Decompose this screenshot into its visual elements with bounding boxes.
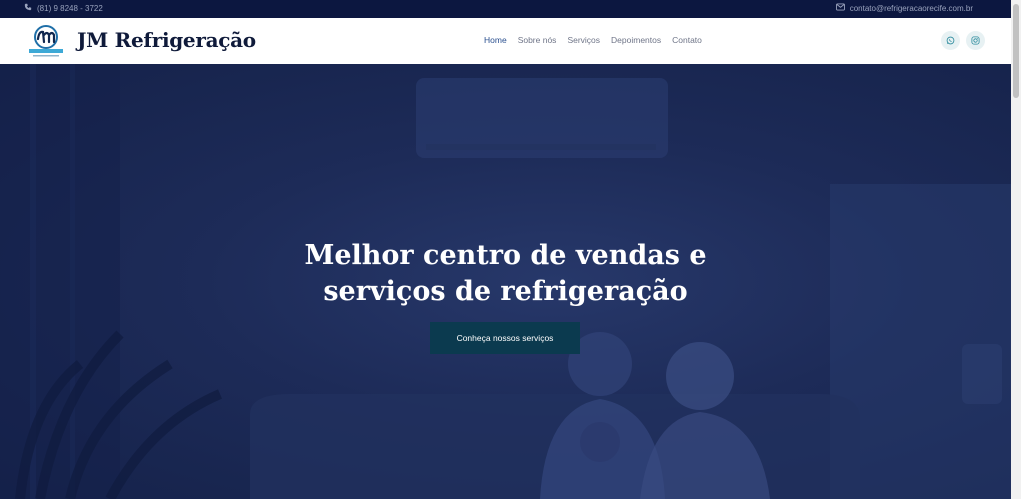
top-bar: (81) 9 8248 - 3722 contato@refrigeracaor… — [0, 0, 1011, 18]
nav-contato[interactable]: Contato — [672, 35, 702, 45]
main-nav: Home Sobre nós Serviços Depoimentos Cont… — [484, 35, 713, 45]
nav-depoimentos[interactable]: Depoimentos — [611, 35, 661, 45]
instagram-icon — [971, 32, 980, 50]
top-bar-phone[interactable]: (81) 9 8248 - 3722 — [24, 3, 103, 13]
brand-name[interactable]: JM Refrigeração — [77, 28, 256, 52]
phone-number: (81) 9 8248 - 3722 — [37, 3, 103, 13]
whatsapp-icon — [946, 32, 955, 50]
email-address: contato@refrigeracaorecife.com.br — [849, 3, 973, 13]
main-header: JM Refrigeração Home Sobre nós Serviços … — [0, 18, 1011, 64]
hero-section: Melhor centro de vendas e serviços de re… — [0, 64, 1011, 499]
scrollbar-thumb[interactable] — [1013, 4, 1019, 98]
hero-title-line-2: serviços de refrigeração — [323, 276, 688, 307]
nav-sobre-nos[interactable]: Sobre nós — [518, 35, 557, 45]
top-bar-email[interactable]: contato@refrigeracaorecife.com.br — [835, 3, 973, 13]
mail-icon — [835, 3, 845, 13]
our-services-button[interactable]: Conheça nossos serviços — [430, 322, 580, 354]
whatsapp-button[interactable] — [941, 31, 960, 50]
instagram-button[interactable] — [966, 31, 985, 50]
hero-title: Melhor centro de vendas e serviços de re… — [0, 238, 1011, 310]
phone-icon — [24, 3, 32, 13]
nav-servicos[interactable]: Serviços — [567, 35, 600, 45]
jm-refrigeracao-logo[interactable] — [25, 23, 67, 59]
hero-title-line-1: Melhor centro de vendas e — [304, 240, 707, 271]
nav-home[interactable]: Home — [484, 35, 507, 45]
page-scrollbar[interactable] — [1011, 0, 1021, 499]
